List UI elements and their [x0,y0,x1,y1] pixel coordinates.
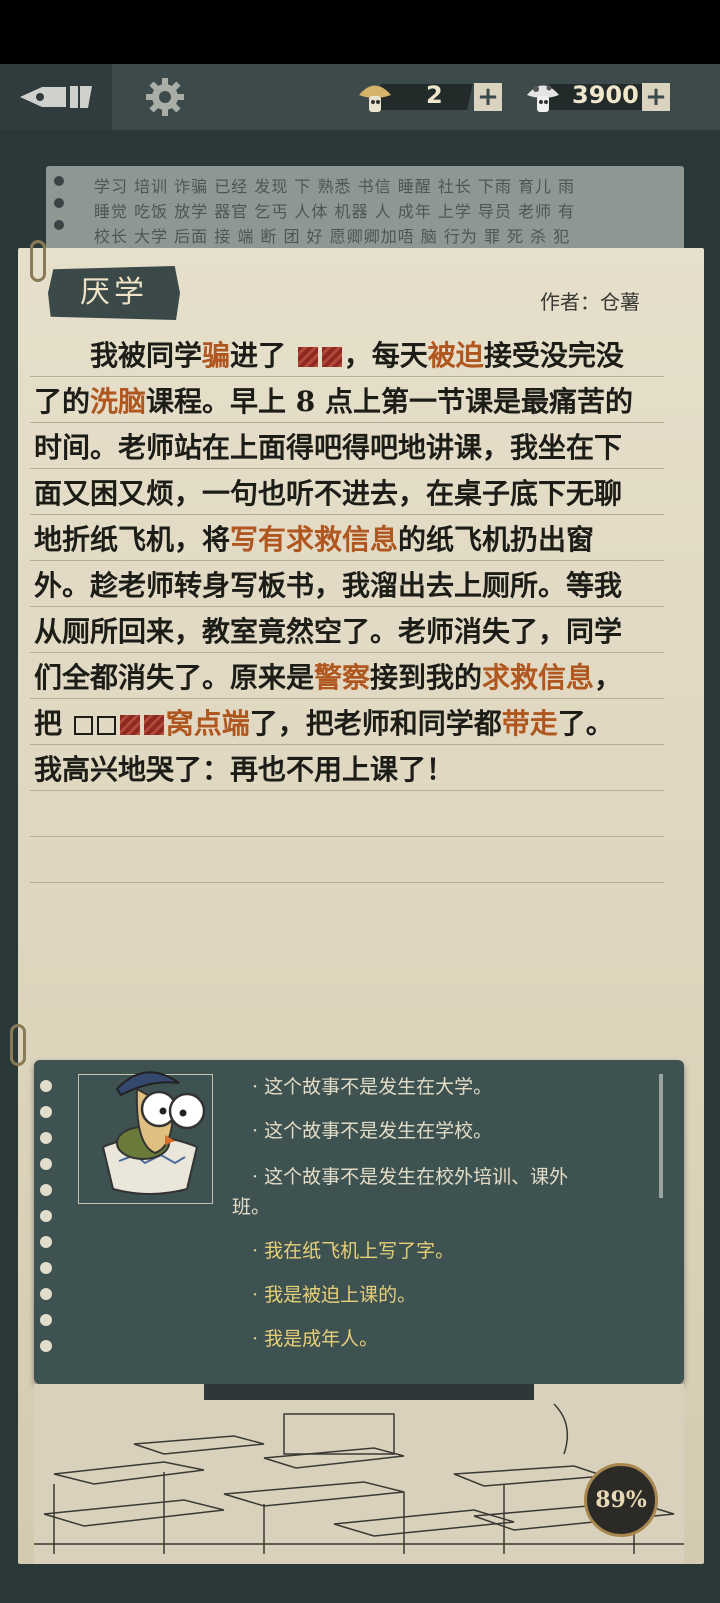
hint-item: 班。 [232,1196,271,1218]
story-line: 面又困又烦，一句也听不进去，在桌子底下无聊 [34,471,662,517]
redacted-block[interactable] [119,715,140,735]
add-token-button[interactable]: + [474,83,502,111]
story-text: 我被同学骗进了 ，每天被迫接受没完没 了的洗脑课程。早上 8 点上第一节课是最痛苦… [34,333,662,793]
empty-word-slot[interactable] [96,716,116,735]
story-author: 作者：仓薯 [540,290,640,314]
story-text-segment: 了。 [557,707,614,740]
story-line: 时间。老师站在上面得吧得吧地讲课，我坐在下 [34,425,662,471]
story-text-segment: 把 [34,707,72,740]
story-text-segment: ，每天 [343,339,428,372]
turtle-avatar [78,1071,213,1204]
story-keyword[interactable]: 写有求救信息 [230,523,398,556]
redacted-block[interactable] [143,715,164,735]
word-bank: 学习 培训 诈骗 已经 发现 下 熟悉 书信 睡醒 社长 下雨 育儿 雨 睡觉 … [94,174,678,249]
story-text-segment: 我高兴地哭了：再也不用上课了！ [34,753,455,786]
redacted-block[interactable] [321,347,342,367]
hint-item: · 这个故事不是发生在学校。 [252,1120,493,1142]
redacted-block[interactable] [297,347,318,367]
settings-gear-icon[interactable] [144,76,186,118]
story-text-segment: 接受没完没 [483,339,624,372]
story-keyword[interactable]: 洗脑 [90,385,146,418]
empty-word-slot[interactable] [73,716,93,735]
story-keyword[interactable]: 求救信息 [482,661,594,694]
word-bank-line: 校长 大学 后面 接 端 断 团 好 愿卿卿加唔 脑 行为 罪 死 杀 犯 [94,227,571,246]
story-text-segment: 地折纸飞机，将 [34,523,231,556]
paper-clip [10,1024,26,1066]
hint-item: · 这个故事不是发生在校外培训、课外 [252,1166,569,1188]
story-text-segment: 面又困又烦，一句也听不进去，在桌子底下无聊 [34,477,623,510]
paper-clip [30,240,46,282]
hint-item: · 这个故事不是发生在大学。 [252,1076,493,1098]
coin-counter: 3900 + [524,78,674,116]
word-sheet-dots [54,176,64,230]
story-text-segment: 进了 [230,339,296,372]
story-text-segment: 从厕所回来，教室竟然空了。老师消失了，同学 [34,615,623,648]
story-line: 们全都消失了。原来是警察接到我的求救信息， [34,655,662,701]
progress-badge[interactable]: 89% [584,1463,658,1537]
story-text-segment: 了的 [34,385,91,418]
story-keyword[interactable]: 警察 [314,661,370,694]
hint-item: · 我在纸飞机上写了字。 [252,1240,455,1262]
word-bank-line: 睡觉 吃饭 放学 器官 乞丐 人体 机器 人 成年 上学 导员 老师 有 [94,202,576,221]
coin-count: 3900 [572,81,639,109]
mushroom-coin-icon [524,78,562,120]
story-line: 地折纸飞机，将写有求救信息的纸飞机扔出窗 [34,517,662,563]
hint-item: · 我是成年人。 [252,1328,379,1350]
story-text-segment: 接到我的 [370,661,483,694]
classroom-illustration [34,1384,684,1564]
story-line: 了的洗脑课程。早上 8 点上第一节课是最痛苦的 [34,379,662,425]
story-text-segment: 们全都消失了。原来是 [34,661,315,694]
story-text-segment: 的纸飞机扔出窗 [398,523,595,556]
status-bar [0,0,720,64]
token-counter: 2 + [356,78,506,116]
story-line: 外。趁老师转身写板书，我溜出去上厕所。等我 [34,563,662,609]
story-text-segment: 了，把老师和同学都 [249,707,502,740]
panel-rings [40,1080,58,1366]
add-coin-button[interactable]: + [642,83,670,111]
story-text-segment: 时间。老师站在上面得吧得吧地讲课，我坐在下 [34,431,623,464]
story-line: 我高兴地哭了：再也不用上课了！ [34,747,662,793]
story-text-segment: 外。趁老师转身写板书，我溜出去上厕所。等我 [34,569,623,602]
word-sheet: 学习 培训 诈骗 已经 发现 下 熟悉 书信 睡醒 社长 下雨 育儿 雨 睡觉 … [46,166,684,252]
word-bank-line: 学习 培训 诈骗 已经 发现 下 熟悉 书信 睡醒 社长 下雨 育儿 雨 [94,177,576,196]
story-text-segment: 课程。早上 8 点上第一节课是最痛苦的 [146,385,634,418]
top-bar: 2 + 3900 + [0,64,720,130]
story-title: 厌学 [48,266,180,320]
story-text-segment: ， [594,661,623,694]
hint-item: · 我是被迫上课的。 [252,1284,417,1306]
back-pen-icon[interactable] [18,78,94,116]
story-line: 我被同学骗进了 ，每天被迫接受没完没 [34,333,662,379]
story-text-segment: 我被同学 [90,339,203,372]
mushroom-token-icon [356,78,394,120]
story-keyword[interactable]: 窝点端 [166,707,250,740]
story-line: 从厕所回来，教室竟然空了。老师消失了，同学 [34,609,662,655]
story-keyword[interactable]: 骗 [202,339,230,372]
story-line: 把 窝点端了，把老师和同学都带走了。 [34,701,662,747]
story-keyword[interactable]: 带走 [502,707,558,740]
token-count: 2 [426,81,443,109]
story-keyword[interactable]: 被迫 [428,339,484,372]
